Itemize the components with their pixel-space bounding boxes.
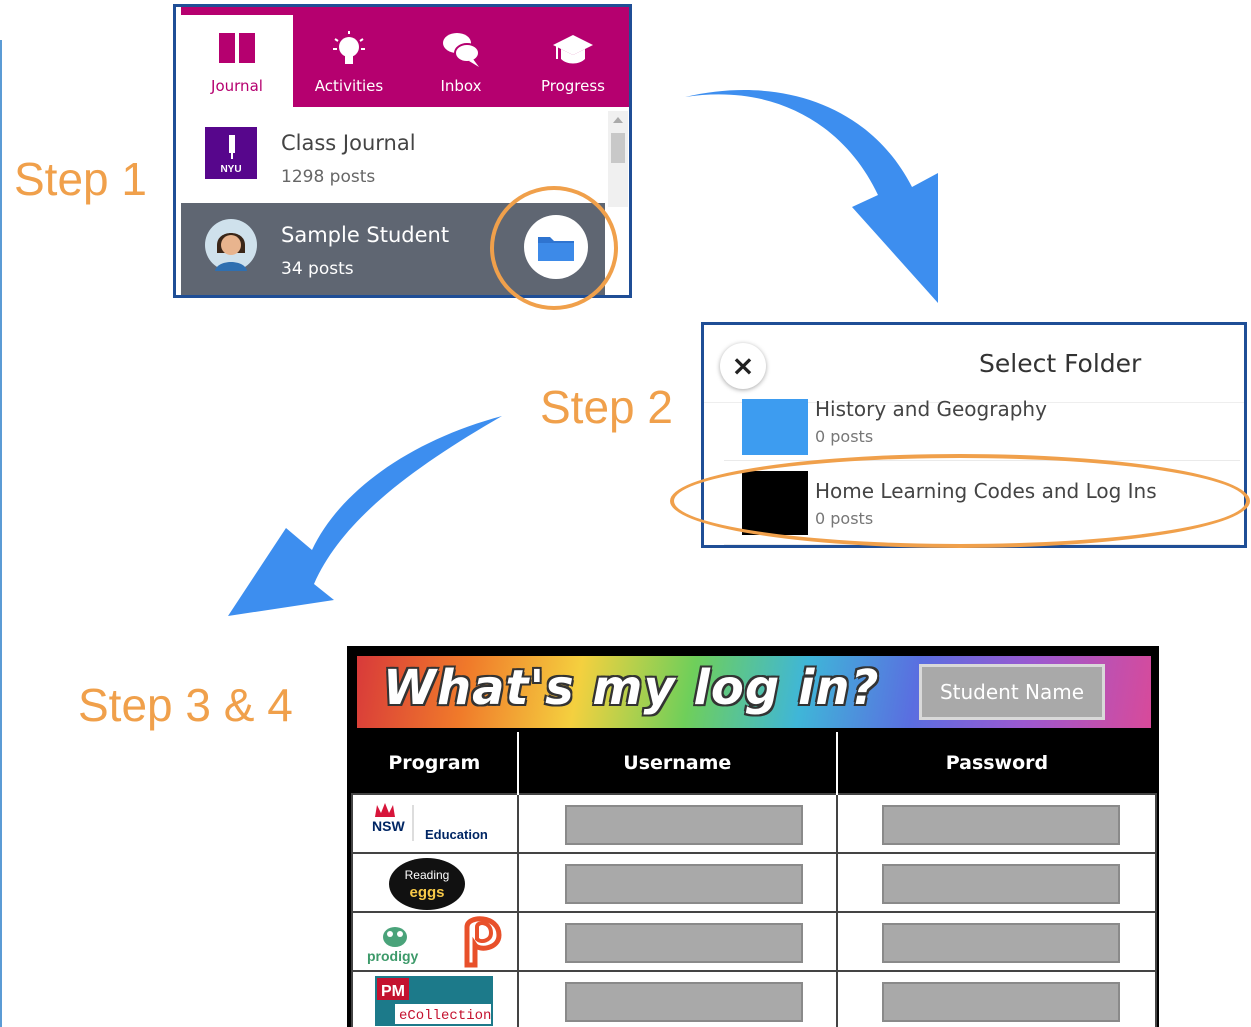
username-cell bbox=[516, 970, 838, 1027]
student-avatar bbox=[205, 219, 257, 271]
table-header-row: Program Username Password bbox=[352, 732, 1156, 794]
program-cell: NSW Education bbox=[351, 793, 519, 854]
tab-journal-label: Journal bbox=[211, 77, 263, 95]
scrollbar-thumb[interactable] bbox=[611, 133, 625, 163]
chat-bubbles-icon bbox=[443, 33, 480, 67]
dialog-header: × Select Folder bbox=[704, 325, 1244, 403]
class-journal-title: Class Journal bbox=[281, 131, 416, 155]
tab-inbox[interactable]: Inbox bbox=[405, 15, 517, 107]
rainbow-banner: What's my log in? Student Name bbox=[357, 656, 1151, 728]
scroll-up-arrow-icon[interactable] bbox=[613, 117, 623, 123]
username-field[interactable] bbox=[564, 805, 803, 845]
step-2-label: Step 2 bbox=[540, 381, 673, 433]
nyu-avatar: NYU bbox=[205, 127, 257, 179]
left-border-line bbox=[0, 40, 2, 1027]
username-cell bbox=[516, 852, 838, 913]
program-cell: PM eCollection bbox=[351, 970, 519, 1027]
column-header-program: Program bbox=[352, 732, 519, 794]
nsw-education-logo: NSW Education bbox=[372, 803, 488, 842]
eggs-logo-text: eggs bbox=[409, 884, 444, 901]
reading-eggs-logo: Reading eggs bbox=[389, 858, 465, 910]
close-button[interactable]: × bbox=[720, 343, 766, 389]
book-icon bbox=[219, 33, 255, 63]
pm-ecollection-logo: PM eCollection bbox=[375, 976, 493, 1026]
dialog-title: Select Folder bbox=[979, 349, 1142, 378]
nyu-avatar-text: NYU bbox=[220, 164, 241, 175]
ecollection-logo-text: eCollection bbox=[399, 1008, 491, 1024]
sample-student-name: Sample Student bbox=[281, 223, 450, 247]
folder-title: History and Geography bbox=[815, 397, 1047, 421]
password-field[interactable] bbox=[881, 982, 1120, 1022]
step-1-label: Step 1 bbox=[14, 153, 147, 205]
login-table: Program Username Password NSW Education bbox=[351, 732, 1158, 1027]
nsw-logo-text: NSW bbox=[372, 818, 405, 834]
arrow-step1-to-step2 bbox=[685, 90, 938, 304]
column-header-username: Username bbox=[517, 732, 838, 794]
password-cell bbox=[835, 852, 1158, 913]
password-field[interactable] bbox=[881, 805, 1120, 845]
reading-logo-text: Reading bbox=[405, 868, 450, 882]
student-name-box[interactable]: Student Name bbox=[919, 664, 1105, 720]
list-scrollbar[interactable] bbox=[608, 111, 628, 207]
arrow-step2-to-step3 bbox=[228, 416, 502, 616]
class-journal-posts: 1298 posts bbox=[281, 167, 376, 187]
program-cell: Reading eggs bbox=[351, 852, 519, 913]
folder-posts: 0 posts bbox=[815, 427, 874, 446]
graduation-cap-icon bbox=[553, 35, 593, 64]
folder-item-history-geography[interactable]: History and Geography 0 posts bbox=[724, 397, 1240, 461]
password-cell bbox=[835, 793, 1158, 854]
education-logo-text: Education bbox=[425, 827, 488, 842]
home-learning-folder-highlight bbox=[670, 454, 1250, 548]
folder-button-highlight bbox=[490, 186, 618, 310]
password-field[interactable] bbox=[881, 864, 1120, 904]
program-cell: prodigy bbox=[351, 911, 519, 972]
table-row: NSW Education bbox=[351, 793, 1158, 854]
pm-logo-text: PM bbox=[381, 983, 405, 1000]
lightbulb-icon bbox=[333, 31, 365, 64]
folder-color-swatch bbox=[742, 399, 808, 455]
table-row: PM eCollection bbox=[351, 970, 1158, 1027]
prodigy-logo-text: prodigy bbox=[367, 948, 419, 964]
column-header-password: Password bbox=[836, 732, 1156, 794]
prodigy-pearson-logo: prodigy bbox=[367, 916, 502, 968]
banner-title: What's my log in? bbox=[383, 660, 880, 716]
password-cell bbox=[835, 970, 1158, 1027]
tab-bar: Journal Activities Inbox Progress bbox=[181, 7, 629, 107]
sample-student-posts: 34 posts bbox=[281, 259, 354, 279]
username-cell bbox=[516, 911, 838, 972]
username-field[interactable] bbox=[564, 982, 803, 1022]
password-cell bbox=[835, 911, 1158, 972]
tab-activities[interactable]: Activities bbox=[293, 15, 405, 107]
tab-progress-label: Progress bbox=[540, 77, 605, 95]
step-3-4-label: Step 3 & 4 bbox=[78, 679, 293, 731]
login-sheet: What's my log in? Student Name Program U… bbox=[347, 646, 1159, 1027]
table-row: prodigy bbox=[351, 911, 1158, 972]
tab-inbox-label: Inbox bbox=[440, 77, 482, 95]
username-field[interactable] bbox=[564, 864, 803, 904]
password-field[interactable] bbox=[881, 923, 1120, 963]
tab-activities-label: Activities bbox=[314, 77, 384, 95]
table-row: Reading eggs bbox=[351, 852, 1158, 913]
username-field[interactable] bbox=[564, 923, 803, 963]
tab-journal[interactable]: Journal bbox=[181, 15, 293, 107]
tab-progress[interactable]: Progress bbox=[517, 15, 629, 107]
username-cell bbox=[516, 793, 838, 854]
